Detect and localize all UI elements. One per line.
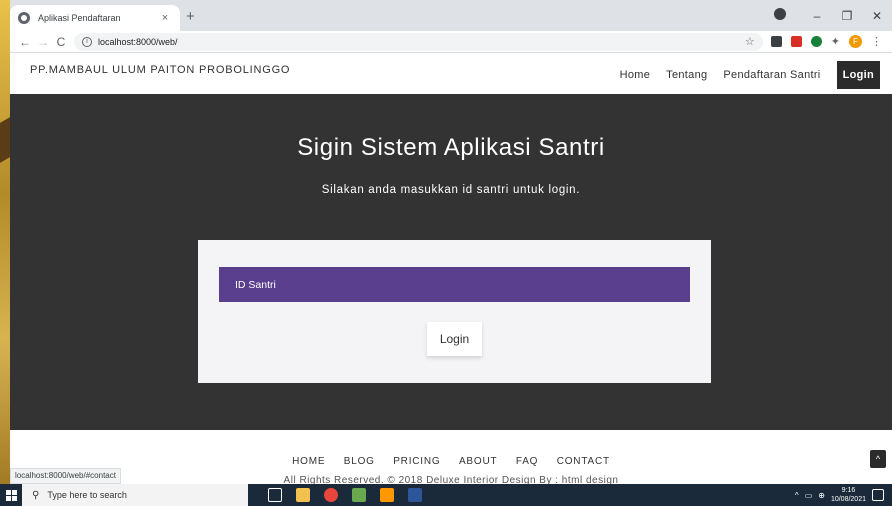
taskbar-search-placeholder: Type here to search <box>47 490 127 500</box>
app-icon[interactable] <box>352 488 366 502</box>
minimize-button[interactable]: – <box>802 9 832 23</box>
chrome-icon[interactable] <box>324 488 338 502</box>
id-santri-input[interactable]: ID Santri <box>219 267 690 302</box>
tab-strip: Aplikasi Pendaftaran × + – ❐ ✕ <box>10 0 892 31</box>
favicon-icon <box>18 12 30 24</box>
network-icon[interactable]: ▭ <box>805 491 813 500</box>
clock-time: 9:16 <box>841 487 856 494</box>
web-page: PP.MAMBAUL ULUM PAITON PROBOLINGGO Home … <box>10 53 892 484</box>
pdf-extension-icon[interactable] <box>790 36 802 47</box>
windows-taskbar: ⚲ Type here to search ^ ▭ ⊕ 9:16 10/08/2… <box>0 484 892 506</box>
footer-link-about[interactable]: ABOUT <box>459 456 497 467</box>
bookmark-star-icon[interactable]: ☆ <box>745 35 755 48</box>
tab-close-icon[interactable]: × <box>158 12 172 24</box>
menu-kebab-icon[interactable]: ⋮ <box>871 35 882 48</box>
taskbar-pinned-apps <box>268 488 422 502</box>
site-footer: HOME BLOG PRICING ABOUT FAQ CONTACT All … <box>10 430 892 484</box>
page-subtitle: Silakan anda masukkan id santri untuk lo… <box>321 184 581 196</box>
browser-tab[interactable]: Aplikasi Pendaftaran × <box>10 5 180 31</box>
menu-login[interactable]: Login <box>836 61 880 89</box>
extension-record-icon[interactable] <box>772 8 802 23</box>
menu-home[interactable]: Home <box>620 69 651 81</box>
language-icon[interactable]: ⊕ <box>818 491 825 500</box>
login-form-card: ID Santri Login <box>198 240 711 383</box>
footer-nav: HOME BLOG PRICING ABOUT FAQ CONTACT <box>10 451 892 469</box>
browser-toolbar: ← → C i localhost:8000/web/ ☆ ✦ F ⋮ <box>10 31 892 53</box>
search-icon: ⚲ <box>32 489 40 501</box>
page-title: Sigin Sistem Aplikasi Santri <box>297 134 605 161</box>
info-icon[interactable]: i <box>82 36 92 47</box>
tab-title: Aplikasi Pendaftaran <box>38 13 121 23</box>
footer-link-pricing[interactable]: PRICING <box>393 456 440 467</box>
sublime-icon[interactable] <box>380 488 394 502</box>
extension-icon[interactable] <box>770 36 782 47</box>
clock-date: 10/08/2021 <box>830 496 866 503</box>
copyright-text: All Rights Reserved. © 2018 Deluxe Inter… <box>283 475 619 484</box>
taskbar-clock[interactable]: 9:16 10/08/2021 <box>831 486 866 504</box>
menu-tentang[interactable]: Tentang <box>666 69 707 81</box>
site-header: PP.MAMBAUL ULUM PAITON PROBOLINGGO Home … <box>10 53 892 94</box>
tray-chevron-icon[interactable]: ^ <box>795 491 799 500</box>
back-to-top-button[interactable]: ^ <box>870 450 886 468</box>
taskbar-search[interactable]: ⚲ Type here to search <box>22 484 248 506</box>
footer-link-blog[interactable]: BLOG <box>344 456 375 467</box>
back-button[interactable]: ← <box>16 35 34 49</box>
windows-logo-icon <box>5 489 17 501</box>
site-brand[interactable]: PP.MAMBAUL ULUM PAITON PROBOLINGGO <box>30 64 290 76</box>
status-bar-url: localhost:8000/web/#contact <box>10 468 121 484</box>
extensions-area: ✦ F ⋮ <box>770 35 886 48</box>
file-explorer-icon[interactable] <box>296 488 310 502</box>
system-tray: ^ ▭ ⊕ 9:16 10/08/2021 <box>795 486 892 504</box>
login-button[interactable]: Login <box>427 322 482 356</box>
browser-window: Aplikasi Pendaftaran × + – ❐ ✕ ← → C i l… <box>10 0 892 484</box>
new-tab-button[interactable]: + <box>186 8 195 25</box>
word-icon[interactable] <box>408 488 422 502</box>
reload-button[interactable]: C <box>52 35 70 49</box>
menu-pendaftaran-santri[interactable]: Pendaftaran Santri <box>723 69 820 81</box>
puzzle-extensions-icon[interactable]: ✦ <box>831 35 840 48</box>
close-window-button[interactable]: ✕ <box>862 9 892 23</box>
login-hero: Sigin Sistem Aplikasi Santri Silakan and… <box>10 94 892 430</box>
footer-link-contact[interactable]: CONTACT <box>557 456 610 467</box>
window-controls: – ❐ ✕ <box>772 0 892 31</box>
notification-icon[interactable] <box>872 489 884 501</box>
start-button[interactable] <box>0 484 22 506</box>
extension-icon[interactable] <box>810 36 822 47</box>
footer-link-faq[interactable]: FAQ <box>516 456 538 467</box>
profile-avatar[interactable]: F <box>849 35 862 48</box>
address-bar[interactable]: i localhost:8000/web/ ☆ <box>74 32 763 51</box>
restore-button[interactable]: ❐ <box>832 9 862 23</box>
main-menu: Home Tentang Pendaftaran Santri Login <box>604 61 880 89</box>
url-text: localhost:8000/web/ <box>98 36 178 47</box>
desktop-wallpaper <box>0 0 10 484</box>
forward-button[interactable]: → <box>34 35 52 49</box>
task-view-icon[interactable] <box>268 488 282 502</box>
footer-link-home[interactable]: HOME <box>292 456 325 467</box>
